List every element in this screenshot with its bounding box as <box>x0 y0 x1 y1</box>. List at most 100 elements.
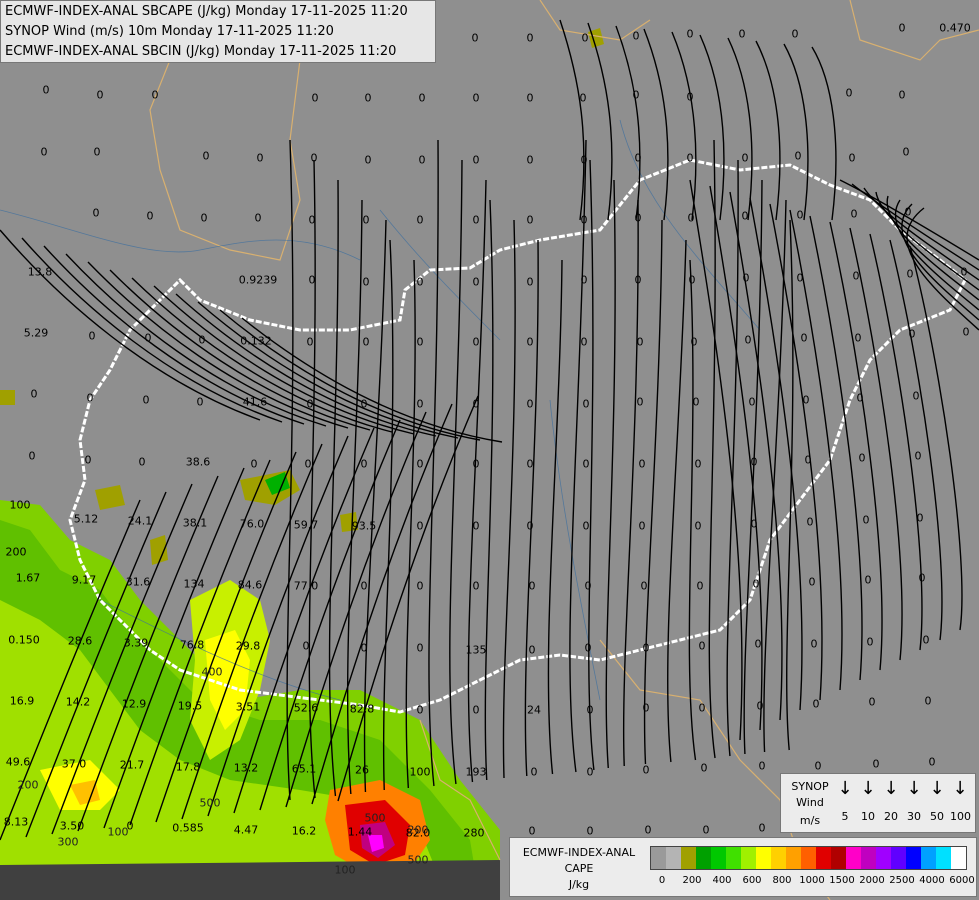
streamline <box>21 237 283 423</box>
streamline <box>197 301 459 439</box>
cape-legend-title: ECMWF-INDEX-ANAL <box>522 846 636 859</box>
cin-value: 16.2 <box>291 824 317 838</box>
cin-value: 0 <box>416 579 424 593</box>
cape-tick-label: 6000 <box>949 875 975 886</box>
cin-value: 0 <box>528 824 536 838</box>
cin-value: 0 <box>692 395 700 409</box>
cape-color-bar <box>650 846 967 870</box>
streamline <box>755 40 781 221</box>
contour-label: 100 <box>334 863 356 877</box>
cin-value: 0 <box>642 701 650 715</box>
cin-value: 59.7 <box>293 518 319 532</box>
cin-value: 0 <box>526 153 534 167</box>
wind-arrow-icon: ↓ <box>929 778 945 799</box>
cin-value: 0 <box>526 519 534 533</box>
cin-value: 16.9 <box>9 694 35 708</box>
wind-legend-title: SYNOP <box>791 780 829 793</box>
cin-value: 0 <box>584 641 592 655</box>
cape-color-swatch <box>861 847 876 869</box>
streamline <box>428 139 439 787</box>
cin-value: 0 <box>308 273 316 287</box>
cin-value: 0 <box>364 153 372 167</box>
cin-value: 0 <box>581 31 589 45</box>
cin-value: 0 <box>416 213 424 227</box>
cin-value: 0 <box>416 641 424 655</box>
wind-arrow-icon: ↓ <box>906 778 922 799</box>
cape-color-swatch <box>921 847 936 869</box>
cin-value: 0 <box>526 31 534 45</box>
cin-value: 0 <box>302 639 310 653</box>
map-canvas <box>0 0 979 900</box>
cape-color-swatch <box>771 847 786 869</box>
cape-tick-label: 200 <box>682 875 702 886</box>
cin-value: 52.6 <box>293 701 319 715</box>
cin-value: 0 <box>741 209 749 223</box>
cin-value: 0.150 <box>8 633 40 647</box>
cin-value: 0 <box>810 637 818 651</box>
streamline <box>643 219 663 765</box>
title-line-wind: SYNOP Wind (m/s) 10m Monday 17-11-2025 1… <box>5 24 334 39</box>
contour-label: 300 <box>57 835 79 849</box>
cin-value: 0 <box>580 153 588 167</box>
cin-value: 38.6 <box>185 455 211 469</box>
cin-value: 0.132 <box>240 334 272 348</box>
cin-value: 8.13 <box>3 815 29 829</box>
cin-value: 0 <box>862 513 870 527</box>
cin-value: 0 <box>92 206 100 220</box>
streamline <box>467 179 487 783</box>
cin-value: 0 <box>636 335 644 349</box>
cin-value: 0 <box>472 275 480 289</box>
cin-value: 0 <box>804 453 812 467</box>
cin-value: 0 <box>748 395 756 409</box>
cin-value: 0 <box>700 761 708 775</box>
cin-value: 0 <box>311 91 319 105</box>
cin-value: 19.5 <box>177 699 203 713</box>
cin-value: 13.2 <box>233 761 259 775</box>
cin-value: 0 <box>586 765 594 779</box>
cin-value: 0 <box>848 151 856 165</box>
streamline <box>839 179 979 261</box>
cin-value: 31.6 <box>125 575 151 589</box>
wind-arrow-icon: ↓ <box>952 778 968 799</box>
cin-value: 13.8 <box>27 265 53 279</box>
cin-value: 0 <box>93 145 101 159</box>
cin-value: 49.6 <box>5 755 31 769</box>
streamline <box>0 229 261 421</box>
cin-value: 0 <box>632 88 640 102</box>
cape-color-swatch <box>741 847 756 869</box>
cin-value: 0 <box>918 571 926 585</box>
cin-value: 0 <box>796 208 804 222</box>
wind-speed-label: 5 <box>841 810 849 823</box>
cin-value: 0 <box>472 397 480 411</box>
cin-value: 9.17 <box>71 573 97 587</box>
cin-value: 280 <box>463 826 485 840</box>
cin-value: 0 <box>791 27 799 41</box>
cin-value: 0 <box>250 457 258 471</box>
cin-value: 0 <box>471 31 479 45</box>
streamline <box>809 215 863 681</box>
streamline <box>699 34 725 221</box>
cin-value: 0 <box>472 703 480 717</box>
streamline <box>643 28 669 221</box>
contour-label: 500 <box>364 811 386 825</box>
cin-value: 0 <box>472 579 480 593</box>
cin-value: 0 <box>898 21 906 35</box>
cin-value: 0 <box>898 88 906 102</box>
cin-value: 0 <box>698 639 706 653</box>
cin-value: 93.5 <box>351 519 377 533</box>
streamline <box>588 159 595 771</box>
cape-color-swatch <box>696 847 711 869</box>
cin-value: 0 <box>582 519 590 533</box>
cin-value: 0 <box>86 391 94 405</box>
cin-value: 84.6 <box>237 578 263 592</box>
streamline <box>484 199 494 781</box>
cin-value: 0 <box>310 151 318 165</box>
cin-value: 5.29 <box>23 326 49 340</box>
streamline <box>219 309 481 441</box>
cin-value: 0 <box>364 91 372 105</box>
cin-value: 0 <box>750 455 758 469</box>
cin-value: 0 <box>634 151 642 165</box>
cape-tick-label: 2500 <box>889 875 915 886</box>
cin-value: 0 <box>580 335 588 349</box>
cin-value: 0 <box>416 335 424 349</box>
